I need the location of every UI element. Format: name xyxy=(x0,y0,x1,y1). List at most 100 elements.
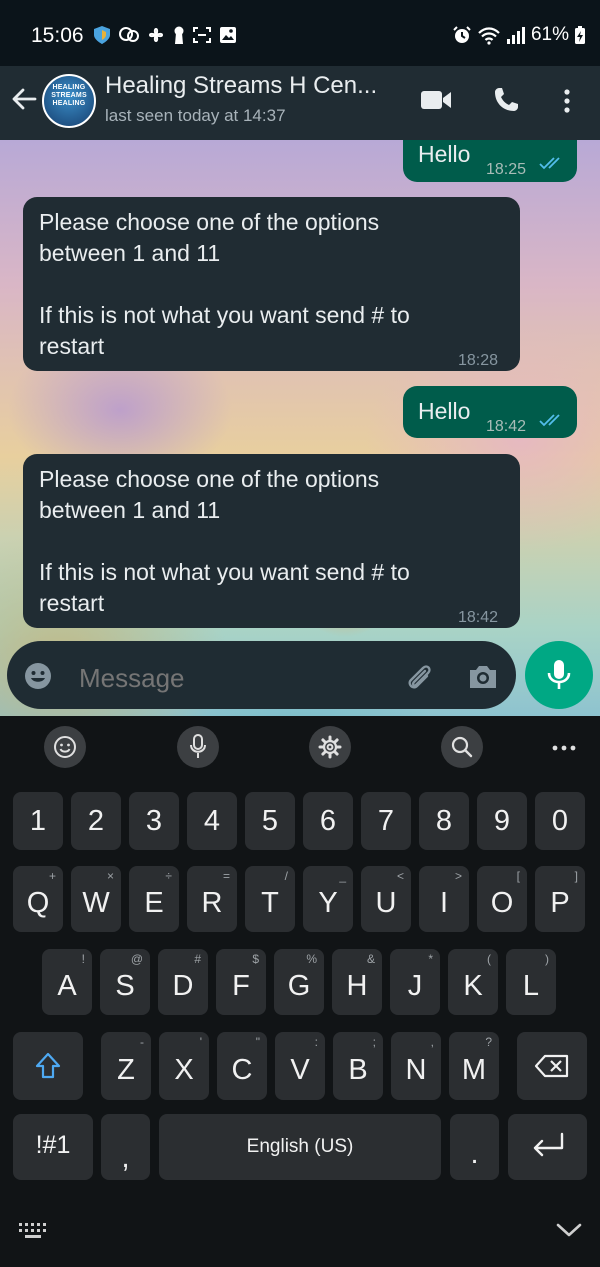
key[interactable]: Q + xyxy=(13,866,63,932)
key-secondary-symbol: > xyxy=(454,869,462,883)
key-label: B xyxy=(348,1054,368,1086)
space-key[interactable]: English (US) xyxy=(159,1114,441,1180)
shift-key[interactable] xyxy=(13,1032,83,1100)
video-call-icon[interactable] xyxy=(420,88,452,112)
key[interactable]: 1 xyxy=(13,792,63,850)
key[interactable]: F $ xyxy=(216,949,266,1015)
message-outgoing[interactable]: Hello 18:25 xyxy=(403,140,577,182)
key[interactable]: T / xyxy=(245,866,295,932)
key[interactable]: B; xyxy=(333,1032,383,1100)
key[interactable]: N, xyxy=(391,1032,441,1100)
key[interactable]: A! xyxy=(42,949,92,1015)
key-label: H xyxy=(346,970,368,1002)
emoji-keyboard-button[interactable] xyxy=(44,726,86,768)
key-secondary-symbol: ' xyxy=(199,1035,202,1049)
more-options-icon[interactable] xyxy=(562,88,572,114)
key[interactable]: O[ xyxy=(477,866,527,932)
more-tools-icon[interactable] xyxy=(552,744,576,752)
key-secondary-symbol: = xyxy=(222,869,230,883)
scan-icon xyxy=(193,27,211,43)
message-time: 18:42 xyxy=(486,418,527,435)
key-label: M xyxy=(461,1054,487,1086)
alarm-icon xyxy=(453,26,471,43)
key[interactable]: 9 xyxy=(477,792,527,850)
key[interactable]: S @ xyxy=(100,949,150,1015)
battery-percentage: 61% xyxy=(530,24,569,45)
key[interactable]: G% xyxy=(274,949,324,1015)
key-secondary-symbol: ( xyxy=(487,952,491,966)
key-label: S xyxy=(115,970,135,1002)
key[interactable]: 3 xyxy=(129,792,179,850)
key[interactable]: Z- xyxy=(101,1032,151,1100)
key[interactable]: H & xyxy=(332,949,382,1015)
key[interactable]: E ÷ xyxy=(129,866,179,932)
comma-key[interactable]: , xyxy=(101,1114,150,1180)
key[interactable]: X ' xyxy=(159,1032,209,1100)
camera-icon[interactable] xyxy=(467,663,499,691)
key[interactable]: V: xyxy=(275,1032,325,1100)
message-text: Hello xyxy=(418,141,471,167)
key-label: Y xyxy=(318,887,338,919)
key[interactable]: Y _ xyxy=(303,866,353,932)
key[interactable]: W × xyxy=(71,866,121,932)
keyboard-switch-icon[interactable] xyxy=(18,1222,48,1240)
key-secondary-symbol: @ xyxy=(130,952,143,966)
period-key[interactable]: . xyxy=(450,1114,499,1180)
key-label: J xyxy=(407,970,423,1002)
shift-icon xyxy=(35,1052,61,1079)
key-label: R xyxy=(201,887,223,919)
key[interactable]: I > xyxy=(419,866,469,932)
key[interactable]: P] xyxy=(535,866,585,932)
key[interactable]: C " xyxy=(217,1032,267,1100)
message-input[interactable] xyxy=(77,662,381,695)
key-label: L xyxy=(522,970,540,1002)
key-label: C xyxy=(231,1054,253,1086)
enter-key[interactable] xyxy=(508,1114,587,1180)
avatar-logo-text: HEALING STREAMS HEALING xyxy=(51,84,87,107)
emoji-icon[interactable] xyxy=(23,661,53,691)
back-arrow-icon[interactable] xyxy=(9,84,39,114)
message-composer xyxy=(7,641,516,709)
key[interactable]: 5 xyxy=(245,792,295,850)
hide-keyboard-icon[interactable] xyxy=(556,1222,582,1238)
key[interactable]: 6 xyxy=(303,792,353,850)
key[interactable]: D # xyxy=(158,949,208,1015)
key[interactable]: 7 xyxy=(361,792,411,850)
key-secondary-symbol: × xyxy=(106,869,114,883)
key[interactable]: 2 xyxy=(71,792,121,850)
message-incoming[interactable]: Please choose one of the options between… xyxy=(23,454,520,628)
symbols-key[interactable]: !#1 xyxy=(13,1114,93,1180)
key-secondary-symbol: & xyxy=(366,952,375,966)
message-outgoing[interactable]: Hello 18:42 xyxy=(403,386,577,438)
key[interactable]: U < xyxy=(361,866,411,932)
key-label: K xyxy=(463,970,483,1002)
key[interactable]: J * xyxy=(390,949,440,1015)
key[interactable]: K( xyxy=(448,949,498,1015)
chat-title[interactable]: Healing Streams H Cen... xyxy=(105,72,377,100)
voice-input-button[interactable] xyxy=(177,726,219,768)
key-label: 8 xyxy=(435,805,453,837)
key[interactable]: R = xyxy=(187,866,237,932)
key[interactable]: L) xyxy=(506,949,556,1015)
signal-icon xyxy=(506,27,525,44)
key-secondary-symbol: ! xyxy=(81,952,85,966)
key[interactable]: M? xyxy=(449,1032,499,1100)
key-secondary-symbol: [ xyxy=(516,869,520,883)
voice-message-button[interactable] xyxy=(525,641,593,709)
key-label: T xyxy=(261,887,279,919)
contact-avatar[interactable]: HEALING STREAMS HEALING xyxy=(42,74,96,128)
key[interactable]: 0 xyxy=(535,792,585,850)
message-incoming[interactable]: Please choose one of the options between… xyxy=(23,197,520,371)
message-time: 18:42 xyxy=(458,609,499,626)
key[interactable]: 8 xyxy=(419,792,469,850)
keyboard-search-button[interactable] xyxy=(441,726,483,768)
search-icon xyxy=(451,736,473,758)
voice-call-icon[interactable] xyxy=(492,86,520,114)
attach-icon[interactable] xyxy=(403,661,435,693)
read-receipt-icon xyxy=(539,414,560,427)
last-seen-status: last seen today at 14:37 xyxy=(105,106,286,125)
backspace-key[interactable] xyxy=(517,1032,587,1100)
keyboard-settings-button[interactable] xyxy=(309,726,351,768)
key[interactable]: 4 xyxy=(187,792,237,850)
key-label: 0 xyxy=(551,805,569,837)
